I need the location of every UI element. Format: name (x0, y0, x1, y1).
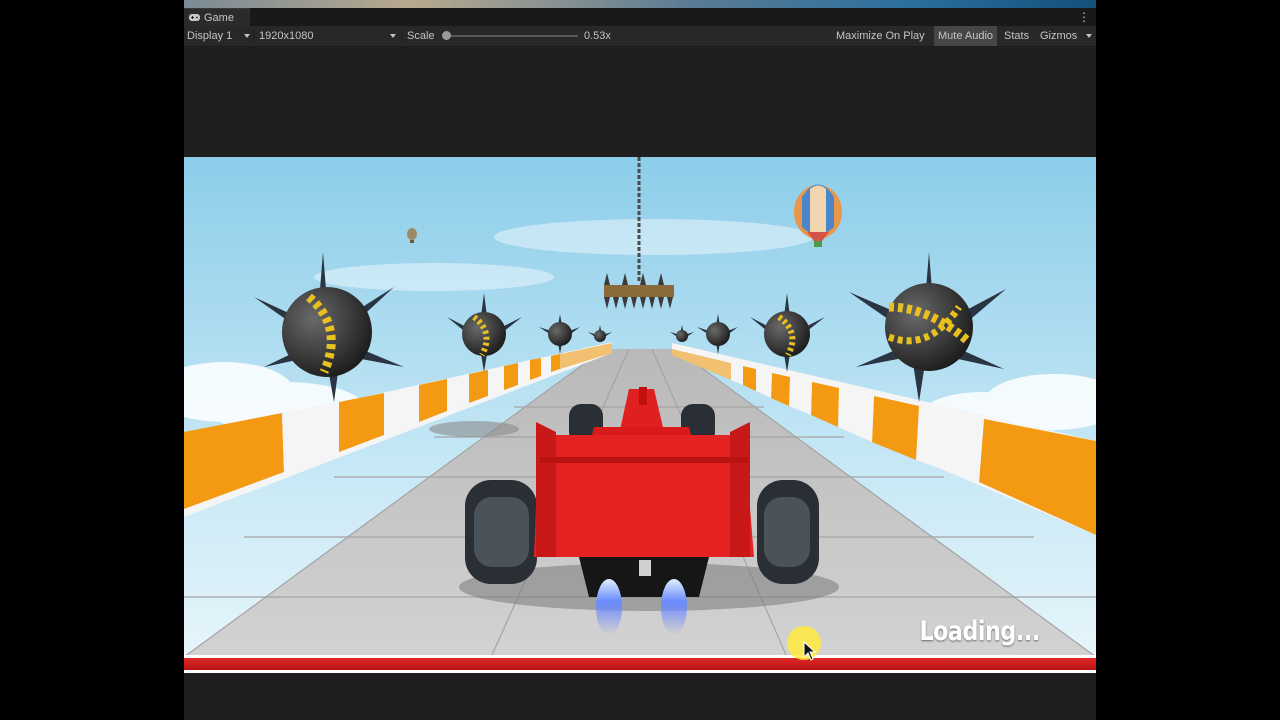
exhaust-flame-right (661, 579, 687, 635)
display-label: Display 1 (187, 30, 233, 42)
loading-progress-bar (184, 655, 1096, 673)
game-toolbar: Display 1 1920x1080 Scale 0.53x Maximize… (184, 26, 1096, 47)
scale-slider-handle[interactable] (442, 31, 451, 40)
ball-shadow (429, 421, 519, 437)
gamepad-icon (189, 14, 200, 21)
maximize-on-play-button[interactable]: Maximize On Play (832, 26, 929, 46)
more-options-icon[interactable]: ⋮ (1078, 10, 1090, 24)
desktop-background-strip (184, 0, 1096, 8)
game-viewport[interactable]: Loading... (184, 157, 1096, 673)
game-scene (184, 157, 1096, 673)
exhaust-flame-left (596, 579, 622, 635)
tab-game-label: Game (204, 12, 234, 24)
gizmos-chevron-down-icon[interactable] (1086, 34, 1092, 38)
resolution-dropdown[interactable]: 1920x1080 (259, 26, 399, 46)
scale-slider[interactable] (445, 35, 578, 37)
scale-value: 0.53x (584, 30, 611, 42)
mouse-cursor-icon (803, 641, 817, 661)
rear-light (639, 560, 651, 576)
gizmos-button[interactable]: Gizmos (1036, 26, 1081, 46)
tab-game[interactable]: Game (184, 8, 250, 26)
toolbar-divider (253, 29, 254, 43)
mute-audio-button[interactable]: Mute Audio (934, 26, 998, 46)
loading-progress-fill (184, 658, 1096, 670)
tab-bar: Game ⋮ (184, 8, 1096, 26)
resolution-label: 1920x1080 (259, 30, 314, 42)
chevron-down-icon (390, 34, 396, 38)
display-dropdown[interactable]: Display 1 (187, 26, 251, 46)
chevron-down-icon (244, 34, 251, 39)
game-window: Game ⋮ Display 1 1920x1080 Scale 0.53x M… (184, 0, 1096, 720)
stats-button[interactable]: Stats (1000, 26, 1033, 46)
loading-text: Loading... (919, 616, 1041, 647)
toolbar-divider (401, 29, 402, 43)
scale-label: Scale (407, 30, 435, 42)
